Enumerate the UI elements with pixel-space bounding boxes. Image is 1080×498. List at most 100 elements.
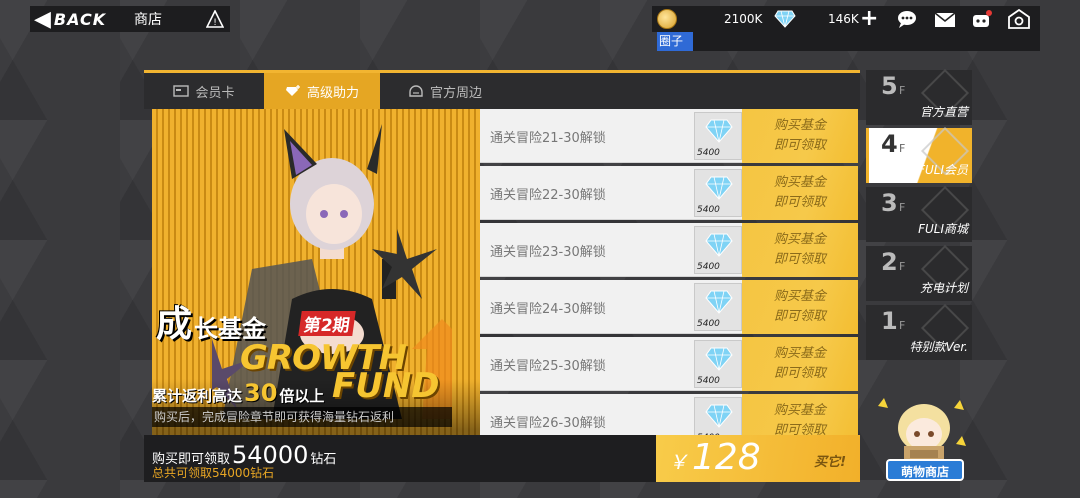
floor-name: FULI商城 (918, 222, 968, 236)
claim-label: 购买基金 即可领取 (773, 175, 826, 210)
floor-number: 3 (881, 189, 898, 217)
reward-condition: 通关冒险25-30解锁 (490, 359, 606, 374)
reward-qty: 5400 (697, 262, 720, 272)
back-label: BACK (53, 9, 107, 29)
nickname-bar (693, 32, 1040, 51)
banner-note: 购买后，完成冒险章节即可获得海量钻石返利 (152, 407, 452, 427)
reward-condition: 通关冒险22-30解锁 (490, 188, 606, 203)
add-gems-icon[interactable]: + (860, 8, 878, 30)
currency-symbol: ￥ (668, 450, 688, 474)
gold-coin-icon (657, 9, 677, 29)
help-icon[interactable]: ! (202, 6, 228, 32)
gold-amount: 2100K (724, 12, 763, 26)
back-button[interactable]: ◀ BACK (30, 7, 120, 32)
helmet-icon (409, 85, 423, 97)
floor-suffix: F (899, 142, 906, 155)
topbar-right: 2100K 146K + (652, 6, 1040, 32)
buy-button[interactable]: ￥ 128 买它! (656, 435, 860, 482)
claim-button[interactable]: 购买基金 即可领取 (742, 337, 858, 391)
tab-official-merch[interactable]: 官方周边 (380, 73, 510, 109)
reward-condition: 通关冒险26-30解锁 (490, 416, 606, 431)
gem-reward-icon: 5400 (694, 340, 742, 388)
tab-label: 会员卡 (195, 85, 235, 101)
rebate-multiplier: 30 (244, 379, 278, 407)
reward-qty: 5400 (697, 148, 720, 158)
reward-qty: 5400 (697, 319, 720, 329)
floor-name: 特别款Ver. (909, 340, 968, 354)
claim-label: 购买基金 即可领取 (773, 403, 826, 438)
tab-label: 官方周边 (429, 85, 482, 101)
card-icon (173, 85, 190, 97)
chat-icon[interactable] (896, 9, 918, 29)
claim-button[interactable]: 购买基金 即可领取 (742, 280, 858, 334)
floor-1[interactable]: 1 F 特别款Ver. (866, 303, 972, 360)
claim-button[interactable]: 购买基金 即可领取 (742, 166, 858, 220)
claim-label: 购买基金 即可领取 (773, 118, 826, 153)
rebate-suffix: 倍以上 (279, 387, 325, 405)
floor-suffix: F (899, 319, 906, 332)
floor-suffix: F (899, 260, 906, 273)
gem-icon (774, 10, 796, 32)
tab-membership-card[interactable]: 会员卡 (144, 73, 264, 109)
rebate-line: 累计返利高达 30 倍以上 (152, 379, 324, 407)
claim-button[interactable]: 购买基金 即可领取 (742, 223, 858, 277)
notice-icon[interactable] (970, 9, 992, 29)
tab-premium-boost[interactable]: 高级助力 (264, 73, 380, 109)
floor-name: 官方直营 (919, 105, 968, 119)
tab-label: 高级助力 (306, 85, 359, 101)
floor-suffix: F (899, 201, 906, 214)
floor-number: 2 (881, 248, 898, 276)
claim-label: 购买基金 即可领取 (773, 289, 826, 324)
floor-2[interactable]: 2 F 充电计划 (866, 244, 972, 301)
floor-number: 4 (881, 130, 898, 158)
period-badge: 第2期 (298, 311, 356, 336)
fund-text: FUND (332, 366, 440, 406)
reward-qty: 5400 (697, 205, 720, 215)
buy-label: 买它! (814, 455, 846, 470)
back-arrow-icon: ◀ (34, 6, 52, 32)
reward-item[interactable]: 通关冒险23-30解锁 5400 购买基金 即可领取 (480, 223, 858, 277)
floor-number: 1 (881, 307, 898, 335)
purchase-footer: 购买即可领取 54000 钻石 总共可领取54000钻石 ￥ 128 买它! (144, 435, 860, 482)
floor-number: 5 (881, 72, 898, 100)
svg-text:!: ! (213, 18, 217, 28)
nickname-tag: 圈子 (657, 32, 693, 51)
gem-reward-icon: 5400 (694, 112, 742, 160)
tab-bar: 会员卡 高级助力 官方周边 (144, 73, 860, 109)
floor-4[interactable]: 4 F FULI会员 (866, 126, 972, 183)
mascot-shop-button[interactable]: 萌物商店 (886, 459, 964, 481)
page-title: 商店 (134, 12, 162, 28)
fund-title-big-char: 成 (156, 304, 193, 345)
floor-5[interactable]: 5 F 官方直营 (866, 68, 972, 125)
reward-item[interactable]: 通关冒险22-30解锁 5400 购买基金 即可领取 (480, 166, 858, 220)
gem-reward-icon: 5400 (694, 283, 742, 331)
reward-item[interactable]: 通关冒险25-30解锁 5400 购买基金 即可领取 (480, 337, 858, 391)
reward-condition: 通关冒险21-30解锁 (490, 131, 606, 146)
reward-condition: 通关冒险23-30解锁 (490, 245, 606, 260)
claim-label: 购买基金 即可领取 (773, 232, 826, 267)
price: ￥ 128 (668, 437, 761, 478)
reward-condition: 通关冒险24-30解锁 (490, 302, 606, 317)
reward-list[interactable]: 通关冒险21-30解锁 5400 购买基金 即可领取 通关冒险22-30解锁 5… (480, 109, 860, 465)
claim-label: 购买基金 即可领取 (773, 346, 826, 381)
shop-panel: 会员卡 高级助力 官方周边 成 长基金 第2期 GROWTH FUND 累计返利… (144, 70, 860, 482)
total-note: 总共可领取54000钻石 (152, 466, 275, 480)
diamond-plus-icon (285, 85, 300, 96)
gem-amount: 146K (828, 12, 859, 26)
floor-name: 充电计划 (919, 281, 968, 295)
gem-reward-icon: 5400 (694, 169, 742, 217)
topbar-left: ◀ BACK 商店 ! (30, 6, 230, 32)
gem-reward-icon: 5400 (694, 226, 742, 274)
reward-qty: 5400 (697, 376, 720, 386)
price-value: 128 (692, 437, 761, 478)
reward-item[interactable]: 通关冒险24-30解锁 5400 购买基金 即可领取 (480, 280, 858, 334)
rebate-prefix: 累计返利高达 (152, 387, 243, 405)
floor-3[interactable]: 3 F FULI商城 (866, 185, 972, 242)
mail-icon[interactable] (934, 9, 956, 29)
summary-unit: 钻石 (310, 452, 337, 467)
floor-name: FULI会员 (918, 163, 968, 177)
growth-fund-banner: 成 长基金 第2期 GROWTH FUND 累计返利高达 30 倍以上 购买后，… (152, 109, 480, 465)
reward-item[interactable]: 通关冒险21-30解锁 5400 购买基金 即可领取 (480, 109, 858, 163)
settings-icon[interactable] (1008, 8, 1030, 29)
claim-button[interactable]: 购买基金 即可领取 (742, 109, 858, 163)
